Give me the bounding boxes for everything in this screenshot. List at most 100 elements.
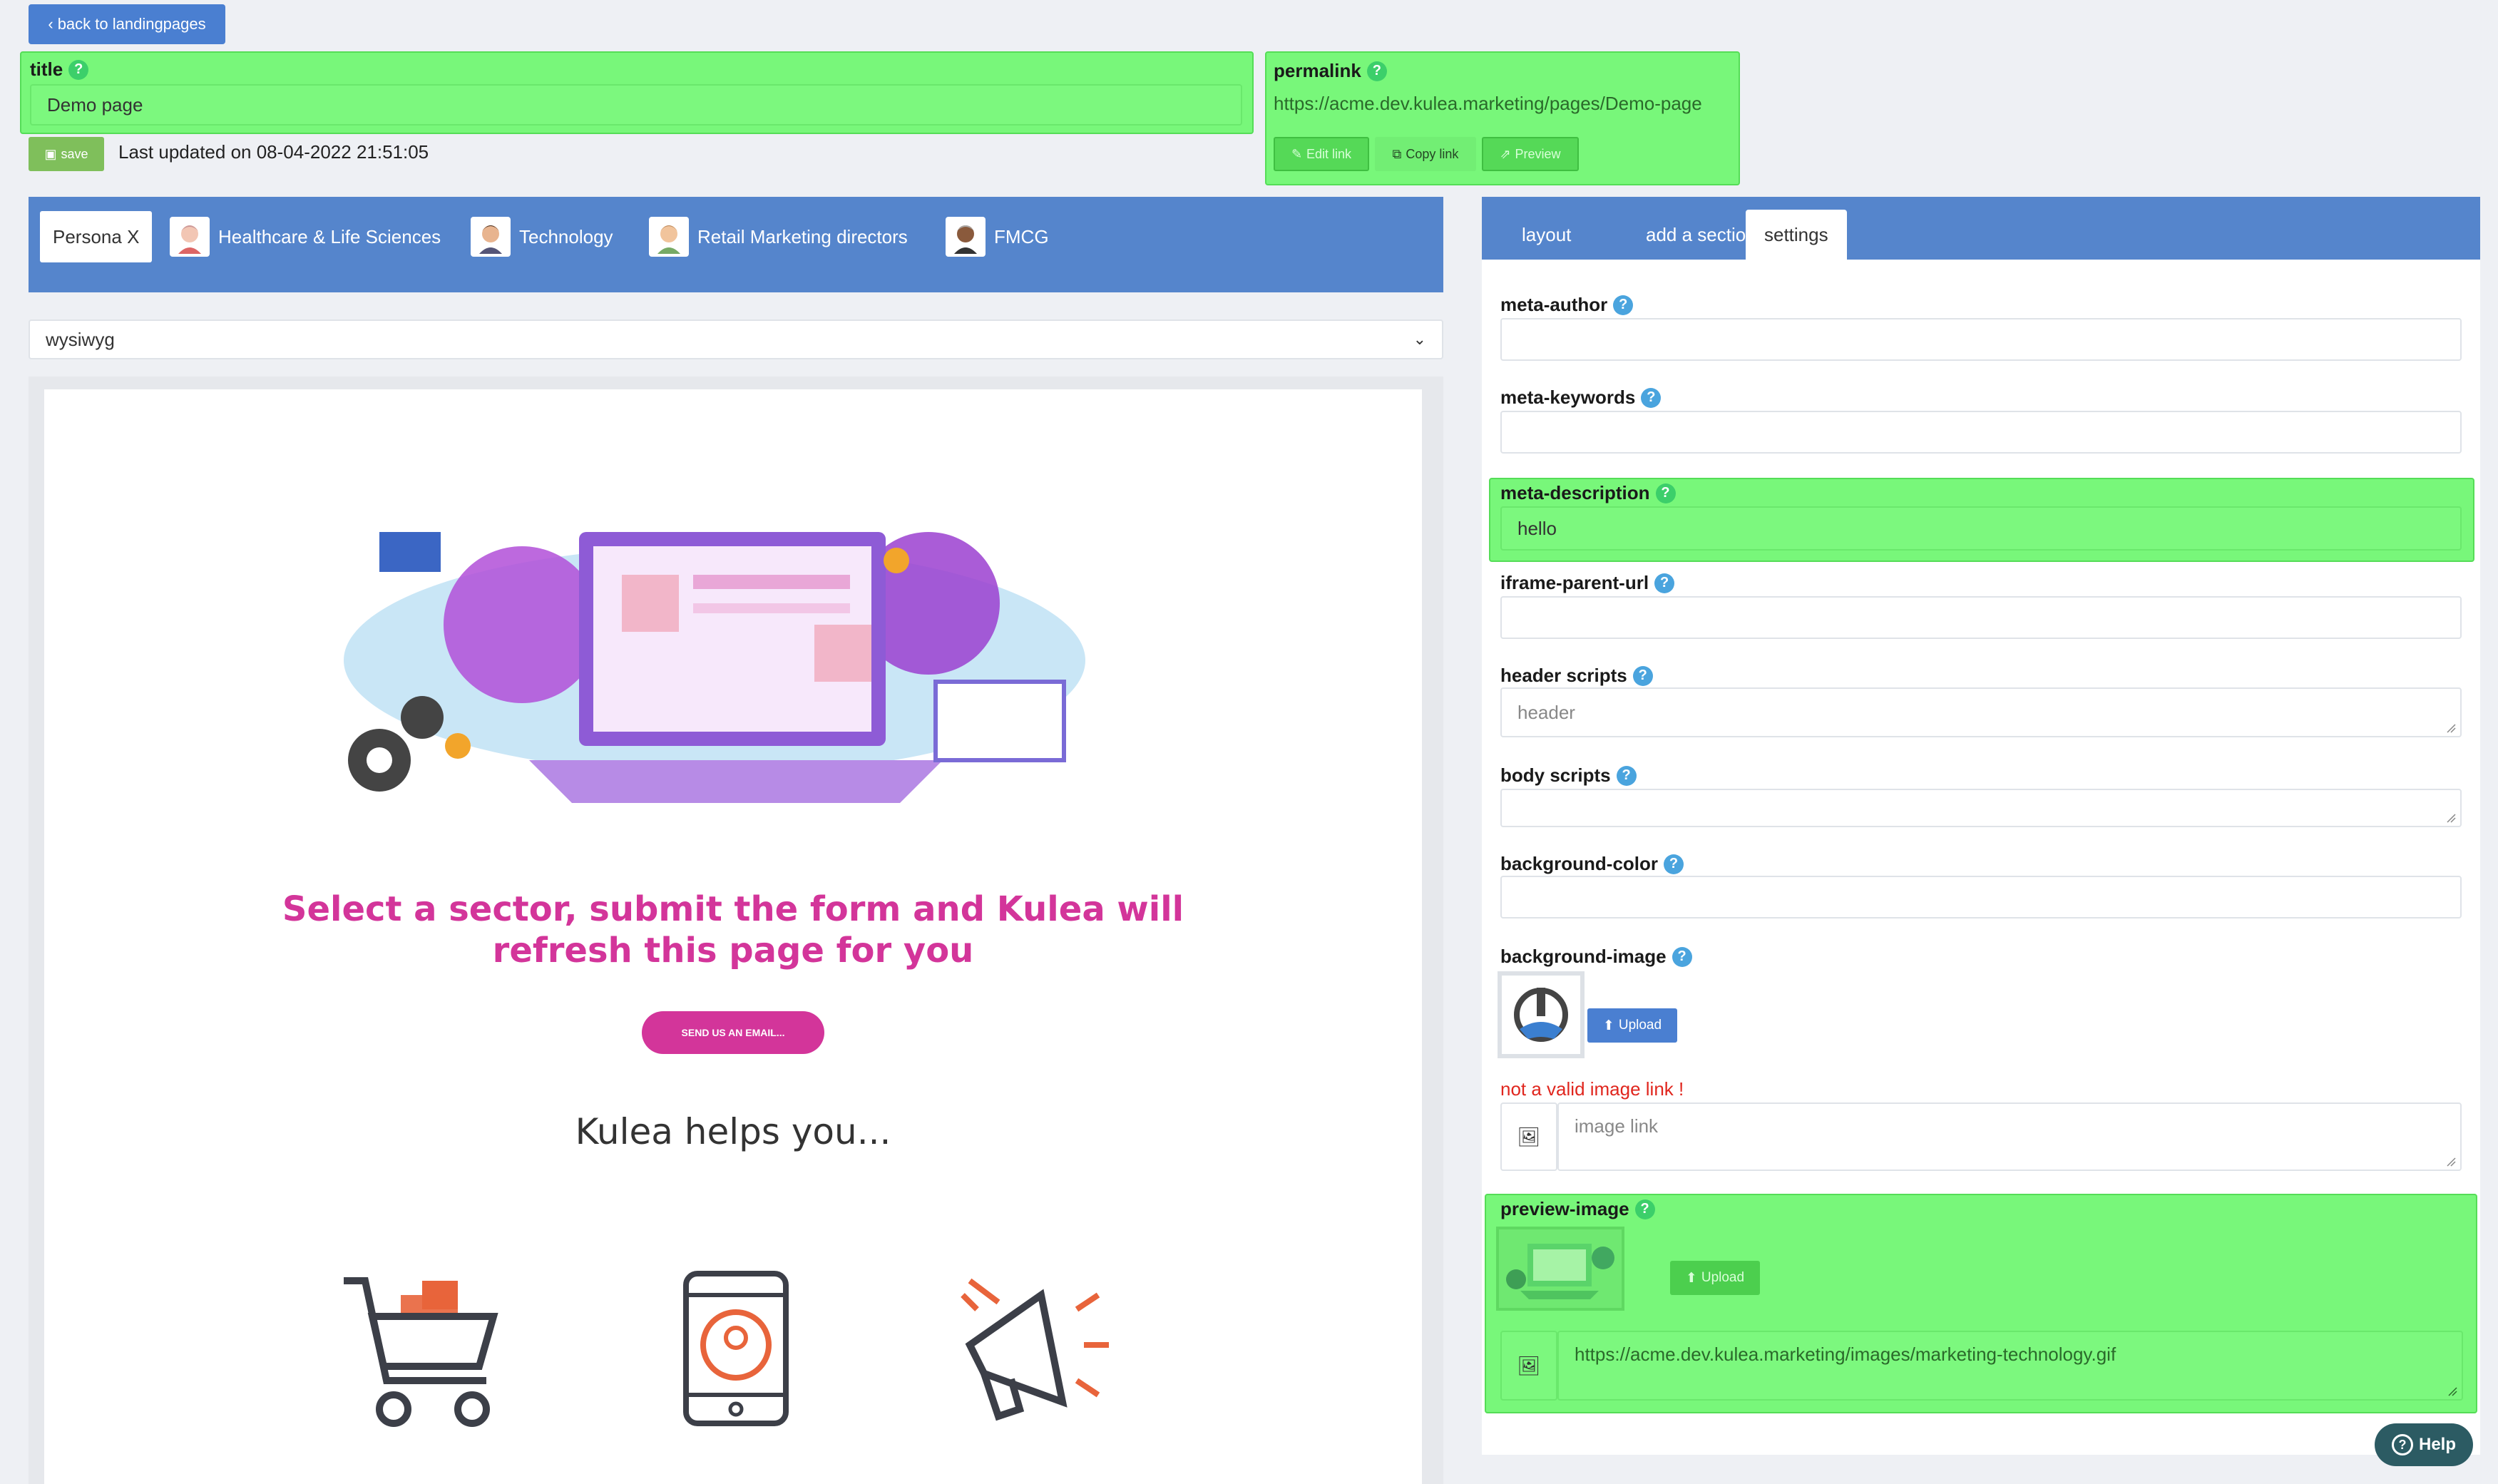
meta-description-group: meta-description ? hello (1489, 478, 2474, 562)
persona-tab-retail[interactable]: Retail Marketing directors (649, 211, 908, 262)
preview-button[interactable]: ⇗ Preview (1482, 137, 1579, 171)
avatar (649, 217, 689, 257)
avatar (471, 217, 511, 257)
upload-icon: ⬆ (1602, 1018, 1614, 1033)
image-icon: 🖼 (1517, 1125, 1541, 1147)
meta-author-input[interactable] (1500, 318, 2462, 361)
resize-grip-icon[interactable] (2446, 1157, 2456, 1167)
preview-image-url: https://acme.dev.kulea.marketing/images/… (1575, 1344, 2116, 1365)
image-link-input[interactable]: image link (1557, 1102, 2462, 1171)
edit-icon: ✎ (1291, 146, 1303, 161)
persona-tab-persona-x[interactable]: Persona X (40, 211, 153, 262)
preview-headline: Select a sector, submit the form and Kul… (44, 889, 1422, 971)
body-scripts-textarea[interactable] (1500, 789, 2462, 827)
background-color-label: background-color (1500, 853, 1659, 874)
question-circle-icon: ? (2391, 1434, 2413, 1455)
persona-label: Healthcare & Life Sciences (218, 225, 441, 247)
persona-label: FMCG (994, 225, 1049, 247)
title-value: Demo page (47, 93, 143, 116)
persona-tab-fmcg[interactable]: FMCG (946, 211, 1049, 262)
broken-image-icon (1514, 988, 1568, 1042)
external-link-icon: ⇗ (1500, 146, 1511, 161)
meta-author-label-row: meta-author ? (1500, 294, 1634, 316)
preview-image-thumbnail[interactable] (1496, 1227, 1624, 1311)
cta-label: SEND US AN EMAIL... (681, 1027, 785, 1038)
help-icon[interactable]: ? (1632, 665, 1653, 686)
background-image-thumbnail[interactable] (1498, 971, 1585, 1058)
preview-image-upload-button[interactable]: ⬆ Upload (1670, 1261, 1760, 1295)
help-icon[interactable]: ? (1634, 1199, 1655, 1219)
meta-keywords-label-row: meta-keywords ? (1500, 387, 1662, 409)
header-scripts-placeholder: header (1517, 701, 1575, 723)
preview-image-url-input[interactable]: https://acme.dev.kulea.marketing/images/… (1557, 1331, 2463, 1401)
avatar (946, 217, 986, 257)
meta-description-input[interactable]: hello (1500, 506, 2462, 551)
tab-label: layout (1522, 223, 1572, 245)
body-scripts-label: body scripts (1500, 764, 1611, 786)
headline-line-2: refresh this page for you (492, 931, 974, 971)
meta-author-label: meta-author (1500, 294, 1608, 315)
tab-label: add a section (1646, 223, 1756, 245)
title-field-group: title ? Demo page (20, 51, 1254, 134)
resize-grip-icon[interactable] (2446, 813, 2456, 823)
preview-image-label: preview-image (1500, 1198, 1629, 1219)
copy-icon: ⧉ (1392, 146, 1402, 161)
resize-grip-icon[interactable] (2446, 723, 2456, 733)
permalink-label: permalink (1274, 60, 1361, 81)
editor-mode-value: wysiwyg (46, 328, 115, 350)
header-scripts-textarea[interactable]: header (1500, 687, 2462, 737)
copy-link-button[interactable]: ⧉ Copy link (1375, 137, 1476, 171)
permalink-field-group: permalink ? https://acme.dev.kulea.marke… (1265, 51, 1740, 185)
preview-subhead: Kulea helps you... (575, 1111, 891, 1152)
help-label: Help (2418, 1435, 2456, 1454)
header-scripts-label-row: header scripts ? (1500, 665, 1653, 687)
chevron-left-icon: ‹ (48, 15, 53, 33)
help-icon[interactable]: ? (1664, 854, 1684, 874)
help-icon[interactable]: ? (1654, 573, 1675, 593)
preview-image-group: preview-image ? ⬆ Upload 🖼 https://acme.… (1485, 1194, 2477, 1413)
image-icon-addon: 🖼 (1500, 1102, 1557, 1171)
hero-illustration (344, 532, 1085, 803)
resize-grip-icon[interactable] (2447, 1386, 2457, 1396)
help-icon[interactable]: ? (1641, 387, 1662, 408)
persona-tab-technology[interactable]: Technology (471, 211, 613, 262)
permalink-url[interactable]: https://acme.dev.kulea.marketing/pages/D… (1274, 93, 1702, 115)
help-icon[interactable]: ? (68, 59, 89, 80)
help-icon[interactable]: ? (1613, 295, 1634, 315)
background-image-label: background-image (1500, 946, 1667, 967)
iframe-parent-label: iframe-parent-url (1500, 572, 1649, 593)
help-icon[interactable]: ? (1616, 765, 1637, 786)
help-icon[interactable]: ? (1655, 483, 1676, 503)
tab-layout[interactable]: layout (1503, 210, 1590, 260)
background-image-upload-button[interactable]: ⬆ Upload (1587, 1008, 1677, 1043)
shopping-cart-icon (344, 1277, 498, 1427)
image-icon-addon: 🖼 (1500, 1331, 1557, 1401)
persona-label: Technology (519, 225, 613, 247)
help-icon[interactable]: ? (1672, 946, 1692, 967)
back-label: back to landingpages (57, 15, 206, 33)
edit-link-label: Edit link (1306, 146, 1352, 161)
megaphone-icon (961, 1278, 1109, 1421)
save-button[interactable]: ▣ save (29, 137, 104, 171)
background-color-input[interactable] (1500, 876, 2462, 918)
send-email-button[interactable]: SEND US AN EMAIL... (642, 1011, 824, 1054)
help-icon[interactable]: ? (1366, 61, 1387, 81)
preview-label: Preview (1515, 146, 1561, 161)
persona-tab-healthcare[interactable]: Healthcare & Life Sciences (170, 211, 441, 262)
back-to-landingpages-button[interactable]: ‹ back to landingpages (29, 4, 225, 44)
meta-keywords-input[interactable] (1500, 411, 2462, 454)
preview-page: Select a sector, submit the form and Kul… (44, 389, 1422, 1484)
avatar (170, 217, 210, 257)
image-link-placeholder: image link (1575, 1115, 1659, 1137)
meta-description-label: meta-description (1500, 482, 1650, 503)
edit-link-button[interactable]: ✎ Edit link (1274, 137, 1369, 171)
help-button[interactable]: ? Help (2375, 1423, 2473, 1466)
editor-mode-select[interactable]: wysiwyg ⌄ (29, 319, 1443, 359)
title-input[interactable]: Demo page (30, 84, 1242, 126)
tab-settings[interactable]: settings (1746, 210, 1847, 260)
iframe-parent-url-input[interactable] (1500, 596, 2462, 639)
header-scripts-label: header scripts (1500, 665, 1627, 686)
meta-description-value: hello (1517, 517, 1557, 539)
meta-keywords-label: meta-keywords (1500, 387, 1636, 408)
background-image-label-row: background-image ? (1500, 946, 1692, 968)
